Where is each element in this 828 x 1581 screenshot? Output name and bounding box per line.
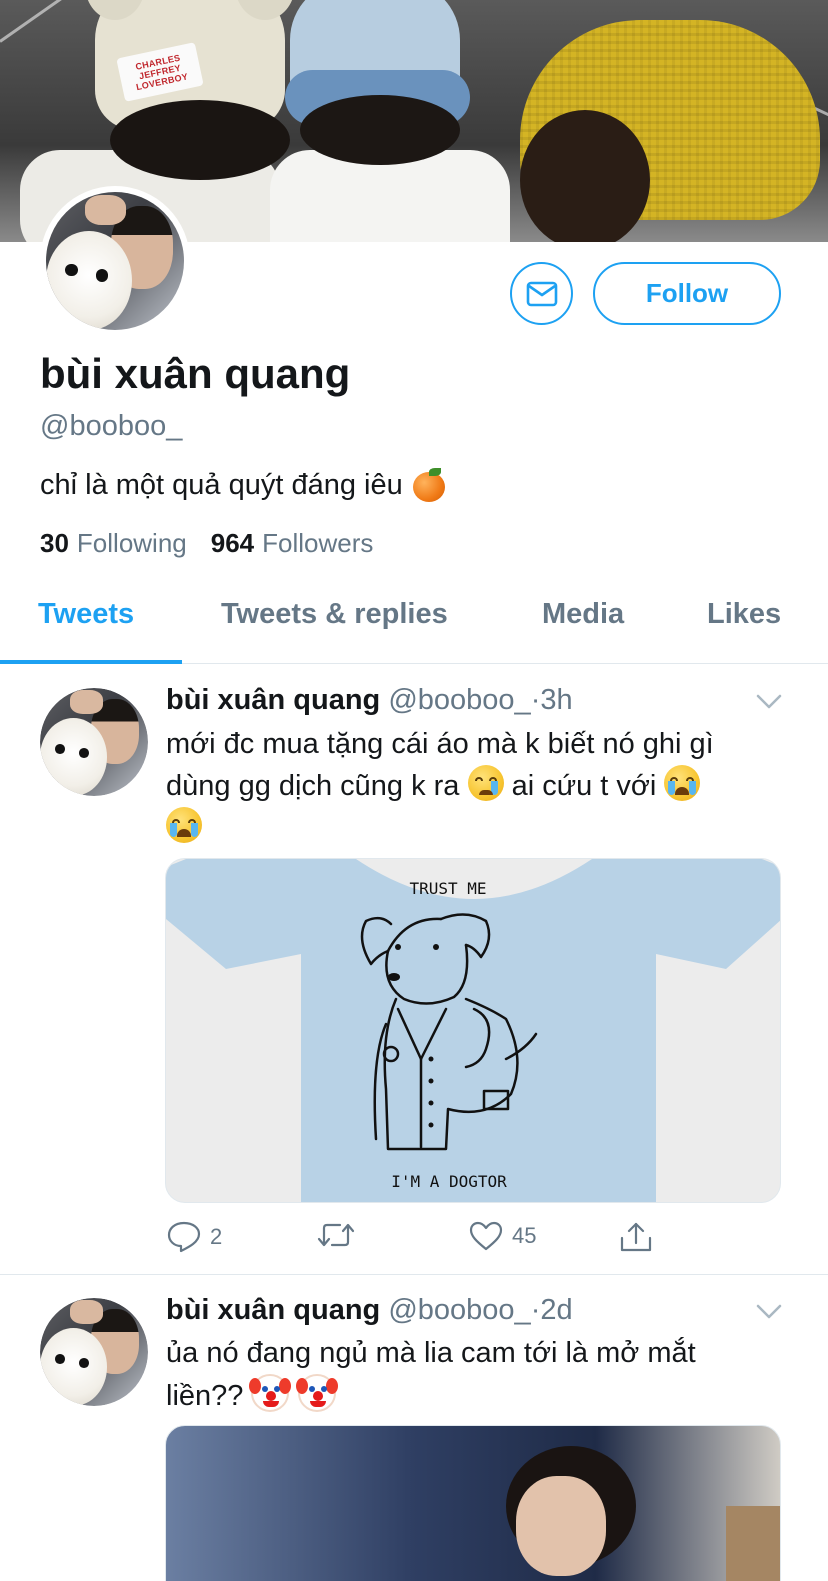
like-button[interactable]: 45 [468, 1220, 536, 1252]
photo-face [516, 1476, 606, 1576]
profile-tabs: Tweets Tweets & replies Media Likes [0, 580, 828, 664]
following-count: 30 [40, 528, 69, 558]
tweet-text-line: dùng gg dịch cũng k ra ai cứu t với [166, 765, 776, 807]
banner-floor-line [0, 0, 100, 43]
profile-stats: 30 Following 964 Followers [40, 528, 373, 559]
tweet-text-segment: liền?? [166, 1380, 244, 1412]
mail-icon [526, 281, 557, 306]
tweet-text: mới đc mua tặng cái áo mà k biết nó ghi … [166, 724, 776, 849]
tweet-text-line: mới đc mua tặng cái áo mà k biết nó ghi … [166, 728, 714, 760]
tweet-header: bùi xuân quang @booboo_·3h [166, 684, 573, 717]
reply-button[interactable]: 2 [166, 1220, 222, 1254]
banner-hair [300, 95, 460, 165]
tangerine-emoji-icon [412, 468, 445, 502]
message-button[interactable] [510, 262, 573, 325]
following-label: Following [76, 528, 187, 558]
profile-avatar[interactable] [40, 186, 190, 336]
reply-icon [167, 1221, 201, 1253]
profile-handle: @booboo_ [40, 410, 183, 442]
tweet-author-handle: @booboo_ [388, 684, 531, 716]
bio-text: chỉ là một quả quýt đáng iêu [40, 468, 403, 501]
tweet-image-photo[interactable] [165, 1425, 781, 1581]
tab-media[interactable]: Media [542, 598, 624, 631]
banner-hat-label-text: CHARLES JEFFREY LOVERBOY [134, 52, 189, 93]
like-icon [469, 1221, 503, 1251]
like-count: 45 [512, 1223, 537, 1248]
avatar-dog [46, 230, 132, 330]
crying-face-emoji-icon [467, 765, 504, 801]
banner-hat-ear [85, 0, 145, 20]
tab-tweets-and-replies[interactable]: Tweets & replies [221, 598, 448, 631]
photo-chair [726, 1506, 780, 1581]
share-icon [620, 1222, 652, 1252]
followers-count: 964 [210, 528, 255, 558]
tweet-text-segment: ai cứu t với [511, 770, 657, 802]
tweet-timestamp[interactable]: 3h [540, 684, 572, 716]
clown-face-emoji-icon [295, 1374, 338, 1412]
tweet[interactable]: bùi xuân quang @booboo_·2d ủa nó đang ng… [0, 1275, 828, 1581]
tweet[interactable]: bùi xuân quang @booboo_·3h mới đc mua tặ… [0, 664, 828, 1274]
avatar-dog-eye [65, 263, 78, 277]
tweet-timestamp[interactable]: 2d [540, 1294, 572, 1326]
followers-label: Followers [262, 528, 374, 558]
tab-tweets[interactable]: Tweets [38, 598, 134, 631]
avatar-image [40, 1298, 148, 1406]
tweet-text: ủa nó đang ngủ mà lia cam tới là mở mắt … [166, 1333, 776, 1417]
retweet-icon [317, 1223, 355, 1247]
tweet-separator: · [530, 684, 541, 716]
tweet-text-line: ủa nó đang ngủ mà lia cam tới là mở mắt [166, 1337, 696, 1369]
avatar-dog-eye [95, 269, 109, 282]
banner-hair [110, 100, 290, 180]
chevron-down-icon[interactable] [756, 694, 782, 710]
profile-display-name: bùi xuân quang [40, 350, 351, 397]
tweet-text-line: liền?? [166, 1374, 776, 1417]
follow-button[interactable]: Follow [593, 262, 781, 325]
tshirt-text-bottom: I'M A DOGTOR [391, 1172, 507, 1191]
tweet-image-tshirt[interactable]: TRUST ME I'M A DOGTOR [165, 858, 781, 1203]
followers-stat[interactable]: 964 Followers [211, 528, 374, 559]
tweet-text-line [166, 807, 776, 849]
avatar-image [46, 192, 184, 330]
clown-face-emoji-icon [249, 1374, 292, 1412]
banner-hair [520, 110, 650, 242]
tweet-avatar[interactable] [40, 1298, 148, 1406]
tshirt-illustration: TRUST ME I'M A DOGTOR [166, 859, 780, 1202]
tweet-avatar[interactable] [40, 688, 148, 796]
tweet-author-name[interactable]: bùi xuân quang [166, 1294, 380, 1326]
chevron-down-icon[interactable] [756, 1304, 782, 1320]
loudly-crying-face-emoji-icon [166, 807, 202, 843]
tshirt-text-top: TRUST ME [409, 879, 486, 898]
tweet-author-handle: @booboo_ [388, 1294, 531, 1326]
banner-hat-ear [235, 0, 295, 20]
tweet-author-name[interactable]: bùi xuân quang [166, 684, 380, 716]
retweet-button[interactable] [316, 1220, 364, 1250]
tweet-actions: 2 45 [166, 1220, 686, 1260]
profile-bio: chỉ là một quả quýt đáng iêu [40, 468, 445, 502]
avatar-image [40, 688, 148, 796]
reply-count: 2 [210, 1224, 223, 1249]
tweet-header: bùi xuân quang @booboo_·2d [166, 1294, 573, 1327]
tweet-text-segment: dùng gg dịch cũng k ra [166, 770, 460, 802]
tab-likes[interactable]: Likes [707, 598, 781, 631]
avatar-hand [84, 194, 127, 226]
loudly-crying-face-emoji-icon [664, 765, 701, 801]
tweet-separator: · [530, 1294, 541, 1326]
following-stat[interactable]: 30 Following [40, 528, 187, 559]
share-button[interactable] [618, 1220, 654, 1254]
